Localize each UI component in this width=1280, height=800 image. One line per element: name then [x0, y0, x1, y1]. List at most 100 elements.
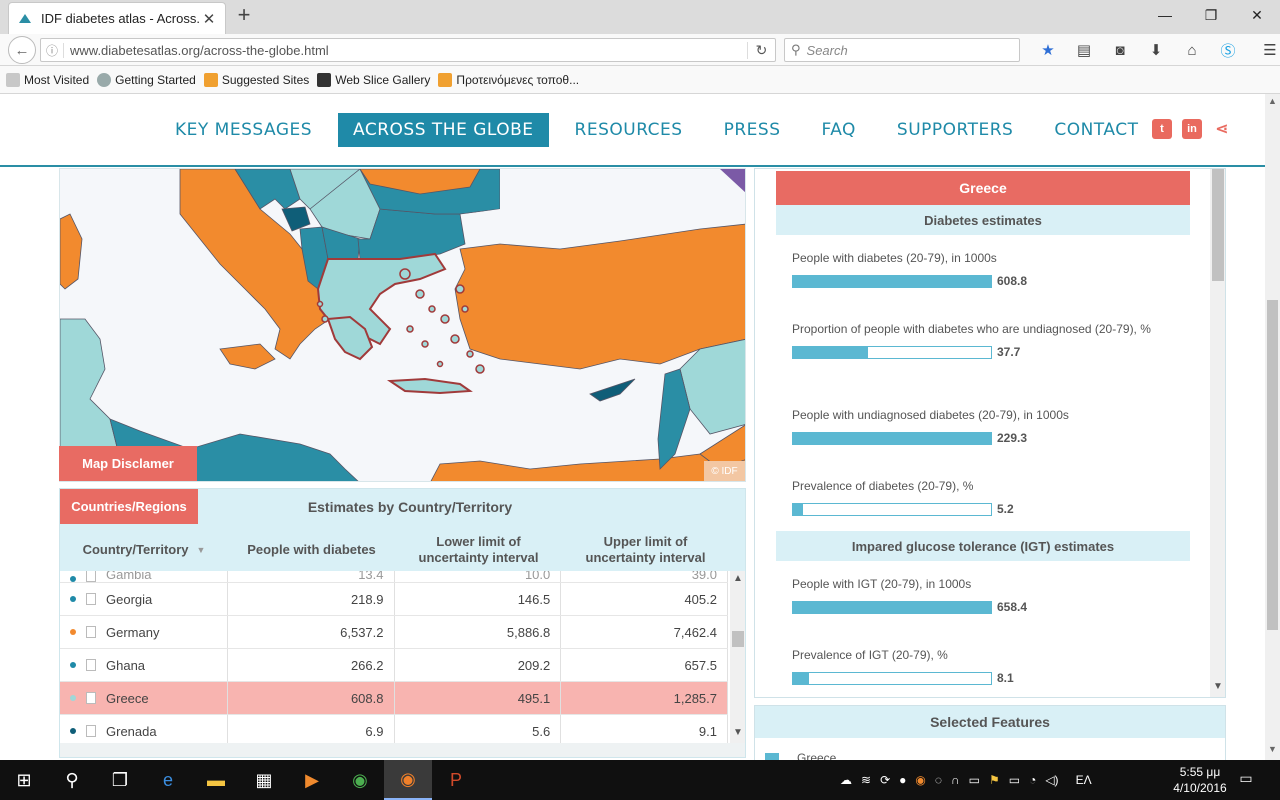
- close-window-icon[interactable]: ✕: [1234, 0, 1280, 30]
- volume-icon[interactable]: ◁): [1045, 773, 1058, 787]
- bookmark-greek-suggested[interactable]: Προτεινόμενες τοποθ...: [438, 72, 579, 87]
- table-row-selected[interactable]: Greece 608.8 495.1 1,285.7: [60, 682, 728, 715]
- search-icon[interactable]: ⚲: [48, 760, 96, 800]
- scroll-up-icon[interactable]: ▲: [730, 573, 745, 584]
- restore-icon[interactable]: ❐: [1188, 0, 1234, 30]
- twitter-icon[interactable]: t: [1152, 119, 1172, 139]
- bookmark-star-icon[interactable]: ★: [1030, 40, 1066, 60]
- ie-bookmark-icon: [438, 72, 453, 87]
- estimates-table-panel: Countries/Regions Estimates by Country/T…: [59, 488, 746, 758]
- bar-fill: [793, 672, 810, 684]
- column-headers: Country/Territory ▼ People with diabetes …: [60, 529, 730, 571]
- bookmark-suggested-sites[interactable]: Suggested Sites: [203, 72, 309, 87]
- nav-key-messages[interactable]: KEY MESSAGES: [160, 113, 327, 147]
- home-icon[interactable]: ⌂: [1174, 40, 1210, 60]
- sort-down-icon[interactable]: ▼: [197, 542, 206, 558]
- address-bar[interactable]: ⓘ www.diabetesatlas.org/across-the-globe…: [40, 38, 776, 62]
- scroll-up-icon[interactable]: ▲: [1265, 96, 1280, 106]
- column-header-lower[interactable]: Lower limit of uncertainty interval: [395, 529, 562, 571]
- details-scrollbar[interactable]: ▼: [1210, 169, 1225, 697]
- battery-icon[interactable]: ▭: [1009, 773, 1020, 787]
- column-header-upper[interactable]: Upper limit of uncertainty interval: [562, 529, 729, 571]
- browser-tab[interactable]: IDF diabetes atlas - Across... ✕: [8, 2, 226, 34]
- wifi-icon[interactable]: ◔: [1029, 773, 1036, 787]
- column-header-people[interactable]: People with diabetes: [228, 529, 395, 571]
- store-icon[interactable]: ▦: [240, 760, 288, 800]
- world-map[interactable]: [59, 168, 746, 482]
- chat-icon[interactable]: ●: [899, 773, 906, 787]
- avast-icon[interactable]: ◉: [915, 773, 925, 787]
- bookmarks-toolbar: Most Visited Getting Started Suggested S…: [0, 66, 1280, 94]
- nav-contact[interactable]: CONTACT: [1039, 113, 1153, 147]
- nav-resources[interactable]: RESOURCES: [560, 113, 698, 147]
- category-dot: [70, 596, 76, 602]
- details-scroll-thumb[interactable]: [1212, 169, 1224, 281]
- table-row[interactable]: Gambia 13.4 10.0 39.0: [60, 571, 728, 583]
- nav-press[interactable]: PRESS: [709, 113, 796, 147]
- input-language[interactable]: ΕΛ: [1076, 773, 1092, 787]
- url-text[interactable]: www.diabetesatlas.org/across-the-globe.h…: [63, 42, 747, 58]
- bookmark-most-visited[interactable]: Most Visited: [6, 72, 89, 87]
- display-icon[interactable]: ▭: [969, 773, 980, 787]
- windows-start-icon[interactable]: ⊞: [0, 760, 48, 800]
- nav-supporters[interactable]: SUPPORTERS: [882, 113, 1028, 147]
- site-info-icon[interactable]: ⓘ: [41, 42, 63, 59]
- close-tab-icon[interactable]: ✕: [201, 10, 217, 28]
- chrome-icon[interactable]: ◉: [336, 760, 384, 800]
- minimize-icon[interactable]: —: [1142, 0, 1188, 30]
- table-row[interactable]: Ghana 266.2 209.2 657.5: [60, 649, 728, 682]
- scroll-down-icon[interactable]: ▼: [1210, 681, 1225, 692]
- reload-icon[interactable]: ↻: [747, 41, 775, 59]
- skype-icon[interactable]: Ⓢ: [1210, 40, 1246, 60]
- gpu-icon[interactable]: ∩: [951, 773, 960, 787]
- document-icon: [86, 725, 96, 737]
- search-box[interactable]: ⚲ Search: [784, 38, 1020, 62]
- notifications-icon[interactable]: ▭: [1236, 770, 1256, 790]
- table-rows: Gambia 13.4 10.0 39.0 Georgia 218.9 146.…: [60, 571, 728, 748]
- scroll-down-icon[interactable]: ▼: [1265, 744, 1280, 754]
- bar-fill: [793, 601, 991, 613]
- table-row[interactable]: Georgia 218.9 146.5 405.2: [60, 583, 728, 616]
- nav-faq[interactable]: FAQ: [806, 113, 870, 147]
- downloads-icon[interactable]: ⬇: [1138, 40, 1174, 60]
- reading-list-icon[interactable]: ▤: [1066, 40, 1102, 60]
- diabetes-estimates-header: Diabetes estimates: [776, 205, 1190, 235]
- update-icon[interactable]: ◌: [935, 773, 942, 787]
- file-explorer-icon[interactable]: ▬: [192, 760, 240, 800]
- cloud-icon[interactable]: ☁: [840, 773, 852, 787]
- value-bar: [792, 502, 992, 516]
- network-app-icon[interactable]: ≋: [861, 773, 871, 787]
- linkedin-icon[interactable]: in: [1182, 119, 1202, 139]
- folder-icon: [6, 72, 20, 87]
- country-details-panel: Greece Diabetes estimates People with di…: [754, 168, 1226, 698]
- page-scrollbar[interactable]: ▲ ▼: [1265, 94, 1280, 760]
- map-disclaimer-button[interactable]: Map Disclamer: [59, 446, 197, 481]
- scroll-down-icon[interactable]: ▼: [730, 727, 745, 738]
- pocket-icon[interactable]: ◙: [1102, 40, 1138, 60]
- table-scroll-thumb[interactable]: [732, 631, 744, 647]
- sync-icon[interactable]: ⟳: [880, 773, 890, 787]
- menu-icon[interactable]: ☰: [1252, 40, 1280, 60]
- table-row[interactable]: Germany 6,537.2 5,886.8 7,462.4: [60, 616, 728, 649]
- document-icon: [86, 593, 96, 605]
- edge-icon[interactable]: e: [144, 760, 192, 800]
- countries-regions-tab[interactable]: Countries/Regions: [60, 489, 198, 524]
- column-header-country[interactable]: Country/Territory ▼: [60, 529, 228, 571]
- value-bar: [792, 431, 992, 445]
- taskbar-clock[interactable]: 5:55 μμ 4/10/2016: [1168, 764, 1232, 796]
- bookmark-getting-started[interactable]: Getting Started: [97, 72, 196, 87]
- powerpoint-icon[interactable]: P: [432, 760, 480, 800]
- back-button[interactable]: ←: [8, 36, 36, 64]
- media-player-icon[interactable]: ▶: [288, 760, 336, 800]
- firefox-icon[interactable]: ◉: [384, 760, 432, 800]
- task-view-icon[interactable]: ❐: [96, 760, 144, 800]
- bookmark-web-slice-gallery[interactable]: Web Slice Gallery: [317, 72, 430, 87]
- page-scroll-thumb[interactable]: [1267, 300, 1278, 630]
- new-tab-button[interactable]: +: [232, 4, 256, 28]
- share-icon[interactable]: ⋖: [1212, 119, 1232, 139]
- table-scrollbar[interactable]: ▲ ▼: [730, 571, 745, 743]
- map-canvas[interactable]: [60, 169, 746, 482]
- nav-across-the-globe[interactable]: ACROSS THE GLOBE: [338, 113, 549, 147]
- flag-icon[interactable]: ⚑: [989, 773, 1000, 787]
- globe-icon: [97, 72, 112, 87]
